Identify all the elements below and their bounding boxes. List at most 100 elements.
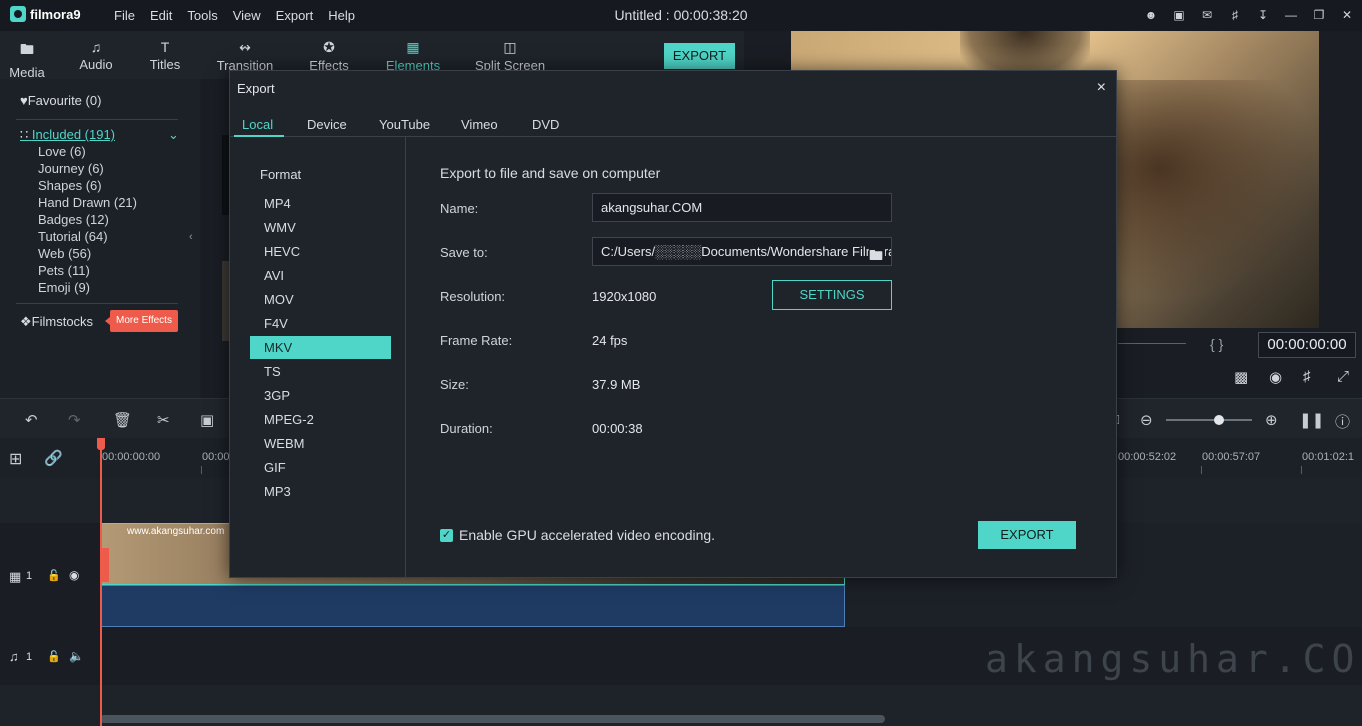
saveto-input[interactable]: C:/Users/░░░░░Documents/Wondershare Film… [592,237,892,266]
download-icon[interactable]: ↧ [1254,6,1272,24]
toolbar-export-button[interactable]: EXPORT [664,43,735,69]
lock-icon[interactable]: 🔓 [47,569,61,582]
delete-icon[interactable]: 🗑 [113,411,132,429]
format-mp3[interactable]: MP3 [250,480,391,503]
tab-local[interactable]: Local [242,117,273,132]
format-f4v[interactable]: F4V [250,312,391,335]
format-ts[interactable]: TS [250,360,391,383]
tab-dvd[interactable]: DVD [532,117,559,132]
name-label: Name: [440,201,479,216]
format-avi[interactable]: AVI [250,264,391,287]
display-settings-icon[interactable]: ▩ [1234,368,1248,386]
filmstocks-item[interactable]: ❖Filmstocks [20,314,93,330]
preview-progress-bar[interactable] [1118,343,1186,344]
eye-icon[interactable]: ◉ [69,568,79,582]
folder-icon[interactable]: 🖿 [869,242,885,263]
included-item[interactable]: ∷ Included (191) [20,127,115,143]
format-mpeg2[interactable]: MPEG-2 [250,408,391,431]
notification-icon[interactable]: ♯ [1226,6,1244,24]
cut-icon[interactable]: ✂ [157,411,170,429]
duration-value: 00:00:38 [592,421,643,436]
volume-icon[interactable]: ♯ [1303,368,1311,385]
category-emoji[interactable]: Emoji (9) [38,280,90,295]
restore-icon[interactable]: ❐ [1310,6,1328,24]
redo-icon[interactable]: ↷ [68,411,81,429]
settings-button[interactable]: SETTINGS [772,280,892,310]
format-3gp[interactable]: 3GP [250,384,391,407]
tool-audio[interactable]: ♫ Audio [66,39,126,72]
undo-icon[interactable]: ↶ [25,411,38,429]
clip-trim-handle[interactable] [101,548,109,582]
playhead-handle[interactable] [97,438,105,450]
tool-label: Audio [79,57,113,72]
format-mkv[interactable]: MKV [250,336,391,359]
framerate-value: 24 fps [592,333,628,348]
category-pets[interactable]: Pets (11) [38,263,90,278]
export-tabs: Local Device YouTube Vimeo DVD [230,111,1116,137]
category-web[interactable]: Web (56) [38,246,91,261]
tool-transition[interactable]: ↭ Transition [215,39,275,73]
audio-waveform-clip[interactable] [100,585,845,627]
size-label: Size: [440,377,469,392]
included-label: Included (191) [31,127,116,142]
format-mov[interactable]: MOV [250,288,391,311]
lock-icon[interactable]: 🔓 [47,650,61,663]
category-journey[interactable]: Journey (6) [38,161,104,176]
add-track-icon[interactable]: ⊞ [9,449,22,469]
zoom-slider-handle[interactable] [1214,415,1224,425]
snap-icon[interactable]: ❚❚ [1299,411,1324,429]
favourite-item[interactable]: ♥Favourite (0) [20,93,101,108]
mark-in-out-icon[interactable]: { } [1210,336,1223,352]
format-heading: Format [260,167,302,182]
snapshot-icon[interactable]: ◉ [1269,368,1282,386]
mail-icon[interactable]: ✉ [1198,6,1216,24]
tab-youtube[interactable]: YouTube [379,117,430,132]
tool-media[interactable]: 🖿 Media [0,39,57,80]
category-badges[interactable]: Badges (12) [38,212,109,227]
category-love[interactable]: Love (6) [38,144,86,159]
name-input[interactable]: akangsuhar.COM [592,193,892,222]
tool-effects[interactable]: ✪ Effects [299,39,359,73]
dialog-export-button[interactable]: EXPORT [978,521,1076,549]
category-shapes[interactable]: Shapes (6) [38,178,102,193]
video-track-icon: ▦ [9,569,22,584]
format-hevc[interactable]: HEVC [250,240,391,263]
crop-icon[interactable]: ▣ [200,411,214,429]
tool-titles[interactable]: T Titles [135,39,195,72]
tool-split-screen[interactable]: ◫ Split Screen [470,39,550,73]
zoom-in-icon[interactable]: ⊕ [1265,411,1278,429]
title-bar: filmora9 File Edit Tools View Export Hel… [0,0,1362,31]
tab-device[interactable]: Device [307,117,347,132]
speaker-icon[interactable]: 🔈 [69,649,84,663]
zoom-slider[interactable] [1166,419,1252,421]
zoom-out-icon[interactable]: ⊖ [1140,411,1153,429]
format-wmv[interactable]: WMV [250,216,391,239]
resolution-label: Resolution: [440,289,506,304]
chevron-down-icon[interactable]: ⌄ [168,127,179,143]
tool-elements[interactable]: ▦ Elements [383,39,443,73]
more-effects-badge[interactable]: More Effects [105,310,178,332]
minimize-icon[interactable]: — [1282,6,1300,24]
gpu-checkbox[interactable]: ✓ [440,528,453,542]
save-icon[interactable]: ▣ [1170,6,1188,24]
format-gif[interactable]: GIF [250,456,391,479]
split-screen-icon: ◫ [503,39,517,55]
link-icon[interactable]: 🔗 [44,449,63,467]
fullscreen-icon[interactable]: ⤢ [1337,368,1349,385]
close-window-icon[interactable]: ✕ [1338,6,1356,24]
clip-watermark: www.akangsuhar.com [127,526,225,537]
category-hand-drawn[interactable]: Hand Drawn (21) [38,195,137,210]
timeline-scrollbar[interactable] [100,715,885,723]
music-note-icon: ♫ [90,39,102,55]
close-icon[interactable]: × [1097,79,1106,97]
format-mp4[interactable]: MP4 [250,192,391,215]
format-webm[interactable]: WEBM [250,432,391,455]
account-icon[interactable]: ☻ [1142,6,1160,24]
help-icon[interactable]: ⓘ [1335,411,1350,432]
playhead[interactable] [100,438,102,726]
category-tutorial[interactable]: Tutorial (64) [38,229,108,244]
ruler-label: 00:00:57:07 [1202,451,1261,463]
tab-vimeo[interactable]: Vimeo [461,117,498,132]
collapse-panel-icon[interactable]: ‹ [189,231,193,243]
gpu-option[interactable]: ✓ Enable GPU accelerated video encoding. [440,527,715,543]
